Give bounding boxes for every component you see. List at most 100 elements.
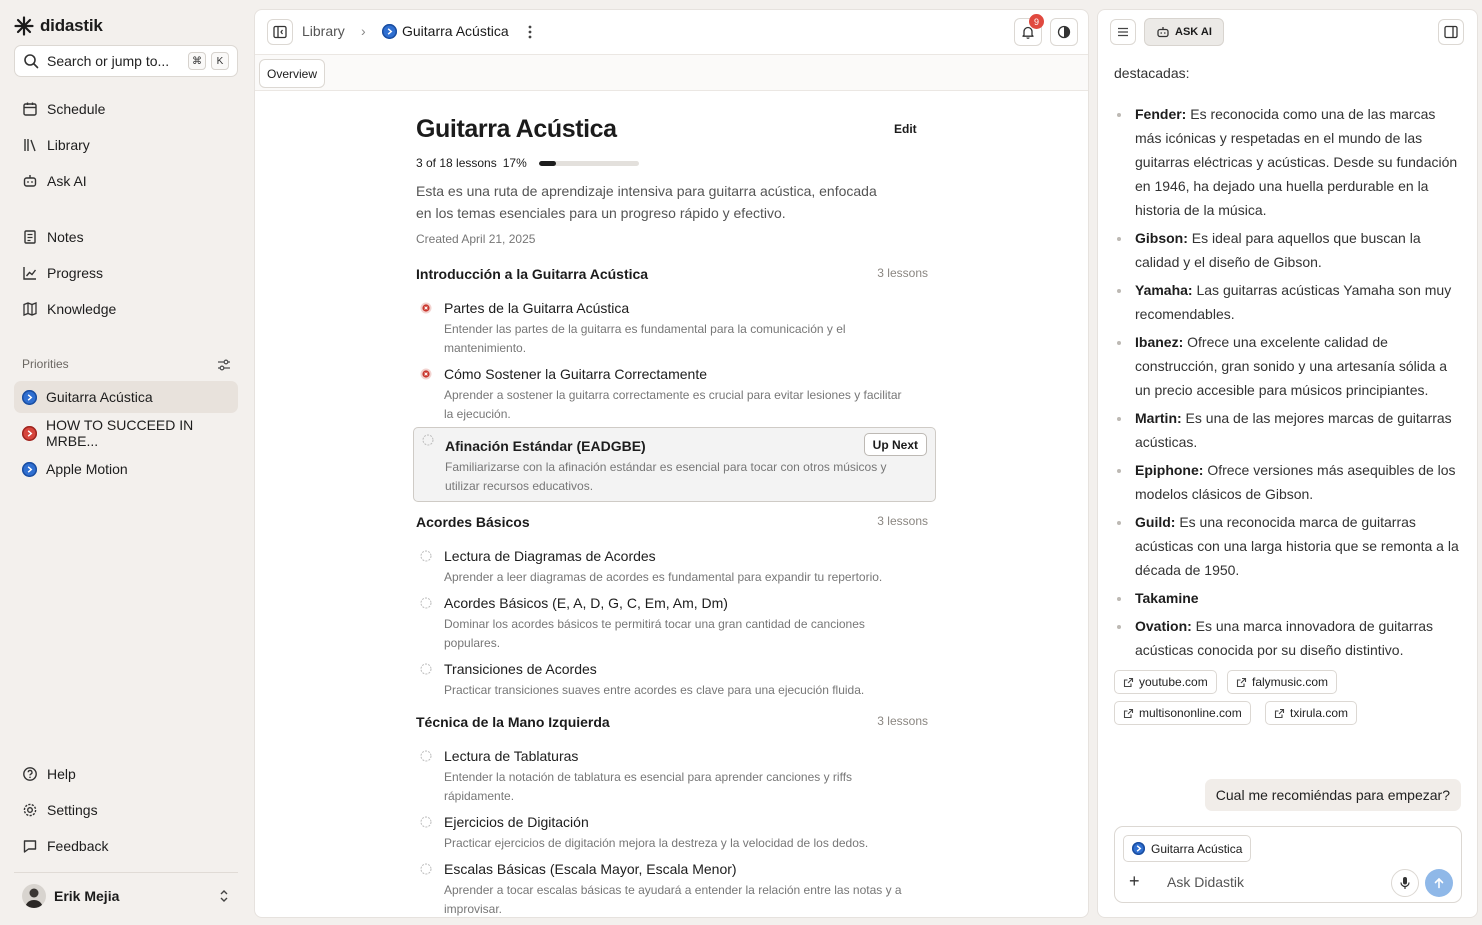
priority-item-label: HOW TO SUCCEED IN MRBE... xyxy=(46,417,194,449)
nav-notes[interactable]: Notes xyxy=(14,221,238,253)
priority-item-guitarra[interactable]: Guitarra Acústica xyxy=(14,381,238,413)
lesson-item[interactable]: Transiciones de Acordes Practicar transi… xyxy=(416,661,936,697)
pending-circle-icon xyxy=(420,750,432,762)
chart-line-icon xyxy=(23,267,37,280)
lesson-item[interactable]: Escalas Básicas (Escala Mayor, Escala Me… xyxy=(416,861,936,916)
chat-history-button[interactable] xyxy=(1110,19,1136,45)
chat-response-text: destacadas: xyxy=(1114,65,1190,81)
lesson-title: Lectura de Tablaturas xyxy=(444,748,579,764)
user-menu[interactable]: Erik Mejia xyxy=(14,880,238,912)
progress-text: 3 of 18 lessons xyxy=(416,156,497,170)
course-blue-icon xyxy=(1132,842,1145,855)
source-link[interactable]: txirula.com xyxy=(1265,701,1358,725)
pending-circle-icon xyxy=(420,550,432,562)
priority-item-label: Guitarra Acústica xyxy=(46,389,153,405)
source-link[interactable]: multisononline.com xyxy=(1114,701,1251,725)
notes-icon xyxy=(24,230,36,244)
course-blue-icon xyxy=(22,389,37,405)
close-panel-button[interactable] xyxy=(1438,19,1464,45)
progress-bar xyxy=(538,160,639,166)
source-domain: youtube.com xyxy=(1139,675,1208,689)
ask-ai-tab[interactable]: ASK AI xyxy=(1144,18,1224,46)
nav-schedule-label: Schedule xyxy=(47,101,106,117)
search-input[interactable]: Search or jump to... ⌘ K xyxy=(14,45,238,77)
plus-icon[interactable]: + xyxy=(1129,871,1140,892)
section-count: 3 lessons xyxy=(877,514,928,528)
brand-name: Epiphone: xyxy=(1135,462,1204,478)
nav-progress[interactable]: Progress xyxy=(14,257,238,289)
lesson-item[interactable]: Partes de la Guitarra Acústica Entender … xyxy=(416,300,936,355)
breadcrumb-library[interactable]: Library xyxy=(302,23,345,39)
brand-description: Es una de las mejores marcas de guitarra… xyxy=(1135,410,1452,450)
created-date: Created April 21, 2025 xyxy=(416,232,536,246)
context-chip-label: Guitarra Acústica xyxy=(1151,841,1243,856)
lesson-item-up-next[interactable]: Afinación Estándar (EADGBE) Up Next Fami… xyxy=(413,427,936,502)
pending-circle-icon xyxy=(420,816,432,828)
theme-toggle-button[interactable] xyxy=(1050,18,1078,46)
nav-help-label: Help xyxy=(47,766,76,782)
robot-icon xyxy=(23,175,37,187)
nav-ask-ai[interactable]: Ask AI xyxy=(14,165,238,197)
app-logo[interactable]: didastik xyxy=(14,16,103,36)
panel-right-icon xyxy=(1444,25,1458,39)
lesson-description: Dominar los acordes básicos te permitirá… xyxy=(444,617,865,650)
ask-input[interactable] xyxy=(1167,874,1377,890)
search-placeholder: Search or jump to... xyxy=(47,53,170,69)
source-link[interactable]: youtube.com xyxy=(1114,670,1217,694)
nav-notes-label: Notes xyxy=(47,229,84,245)
nav-library-label: Library xyxy=(47,137,90,153)
lesson-item[interactable]: Acordes Básicos (E, A, D, G, C, Em, Am, … xyxy=(416,595,936,650)
lesson-item[interactable]: Lectura de Diagramas de Acordes Aprender… xyxy=(416,548,936,584)
sidebar-collapse-icon xyxy=(273,25,287,39)
microphone-button[interactable] xyxy=(1391,869,1419,897)
lesson-description: Familiarizarse con la afinación estándar… xyxy=(445,460,887,493)
toggle-sidebar-button[interactable] xyxy=(267,19,293,45)
pending-circle-icon xyxy=(422,434,434,446)
more-vertical-icon[interactable] xyxy=(523,24,537,40)
context-chip[interactable]: Guitarra Acústica xyxy=(1123,835,1252,862)
course-blue-icon xyxy=(382,24,397,39)
brand-name: Ibanez: xyxy=(1135,334,1184,350)
help-circle-icon xyxy=(23,767,37,781)
tab-overview[interactable]: Overview xyxy=(259,59,326,88)
up-next-button[interactable]: Up Next xyxy=(863,433,927,456)
microphone-icon xyxy=(1400,877,1410,889)
lesson-item[interactable]: Ejercicios de Digitación Practicar ejerc… xyxy=(416,814,936,850)
search-icon xyxy=(24,54,39,69)
send-button[interactable] xyxy=(1425,869,1453,897)
lesson-title: Acordes Básicos (E, A, D, G, C, Em, Am, … xyxy=(444,595,728,611)
user-name: Erik Mejia xyxy=(54,888,120,904)
course-description: Esta es una ruta de aprendizaje intensiv… xyxy=(416,183,877,221)
main-header: Library › Guitarra Acústica 9 xyxy=(255,10,1088,55)
pending-circle-icon xyxy=(420,863,432,875)
brand-list-item: Yamaha: Las guitarras acústicas Yamaha s… xyxy=(1114,278,1464,326)
brand-name: Ovation: xyxy=(1135,618,1192,634)
page-title: Guitarra Acústica xyxy=(416,115,617,143)
nav-library[interactable]: Library xyxy=(14,129,238,161)
lesson-description: Entender las partes de la guitarra es fu… xyxy=(444,322,846,355)
list-icon xyxy=(1118,27,1128,37)
source-link[interactable]: falymusic.com xyxy=(1227,670,1338,694)
sliders-icon[interactable] xyxy=(216,357,232,373)
brand-name: Gibson: xyxy=(1135,230,1188,246)
edit-button[interactable]: Edit xyxy=(894,122,917,136)
nav-schedule[interactable]: Schedule xyxy=(14,93,238,125)
asterisk-logo-icon xyxy=(14,16,34,36)
lesson-title: Ejercicios de Digitación xyxy=(444,814,589,830)
tab-bar: Overview xyxy=(255,55,1088,91)
lesson-item[interactable]: Lectura de Tablaturas Entender la notaci… xyxy=(416,748,936,803)
section-header: Técnica de la Mano Izquierda 3 lessons xyxy=(416,714,928,730)
map-icon xyxy=(23,302,37,316)
lesson-description: Aprender a sostener la guitarra correcta… xyxy=(444,388,902,421)
nav-settings[interactable]: Settings xyxy=(14,794,238,826)
nav-help[interactable]: Help xyxy=(14,758,238,790)
lesson-title: Escalas Básicas (Escala Mayor, Escala Me… xyxy=(444,861,737,877)
lesson-description: Aprender a leer diagramas de acordes es … xyxy=(444,570,883,584)
lesson-description: Practicar ejercicios de digitación mejor… xyxy=(444,836,869,850)
priority-item-mrbeast[interactable]: HOW TO SUCCEED IN MRBE... xyxy=(14,417,238,449)
nav-feedback[interactable]: Feedback xyxy=(14,830,238,862)
lesson-item[interactable]: Cómo Sostener la Guitarra Correctamente … xyxy=(416,366,936,421)
brand-list-item: Martin: Es una de las mejores marcas de … xyxy=(1114,406,1464,454)
nav-knowledge[interactable]: Knowledge xyxy=(14,293,238,325)
priority-item-apple-motion[interactable]: Apple Motion xyxy=(14,453,238,485)
